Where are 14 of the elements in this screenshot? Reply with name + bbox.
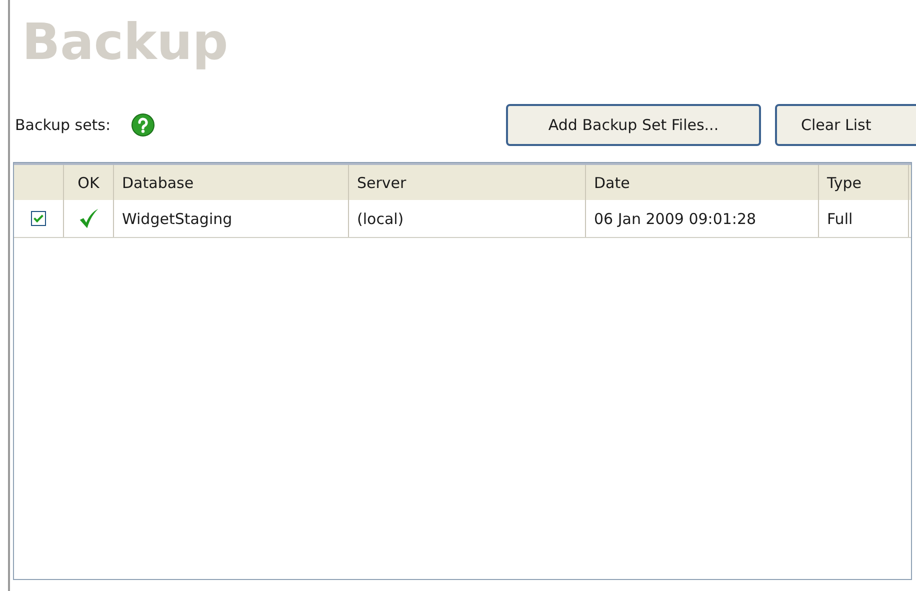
checkbox[interactable] [31,211,46,226]
column-header[interactable]: Type [819,165,909,200]
column-header[interactable]: Server [349,165,586,200]
backup-sets-label: Backup sets: [14,116,111,134]
table-cell: 06 Jan 2009 09:01:28 [586,200,819,237]
column-header[interactable]: OK [64,165,114,200]
help-icon[interactable] [130,113,155,137]
table-cell: Full [819,200,909,237]
table-cell: (local) [349,200,586,237]
column-header[interactable]: Database [114,165,349,200]
add-files-button[interactable]: Add Backup Set Files... [506,104,761,146]
table-cell: WidgetStaging [114,200,349,237]
clear-list-button[interactable]: Clear List [775,104,916,146]
column-header[interactable]: Date [586,165,819,200]
